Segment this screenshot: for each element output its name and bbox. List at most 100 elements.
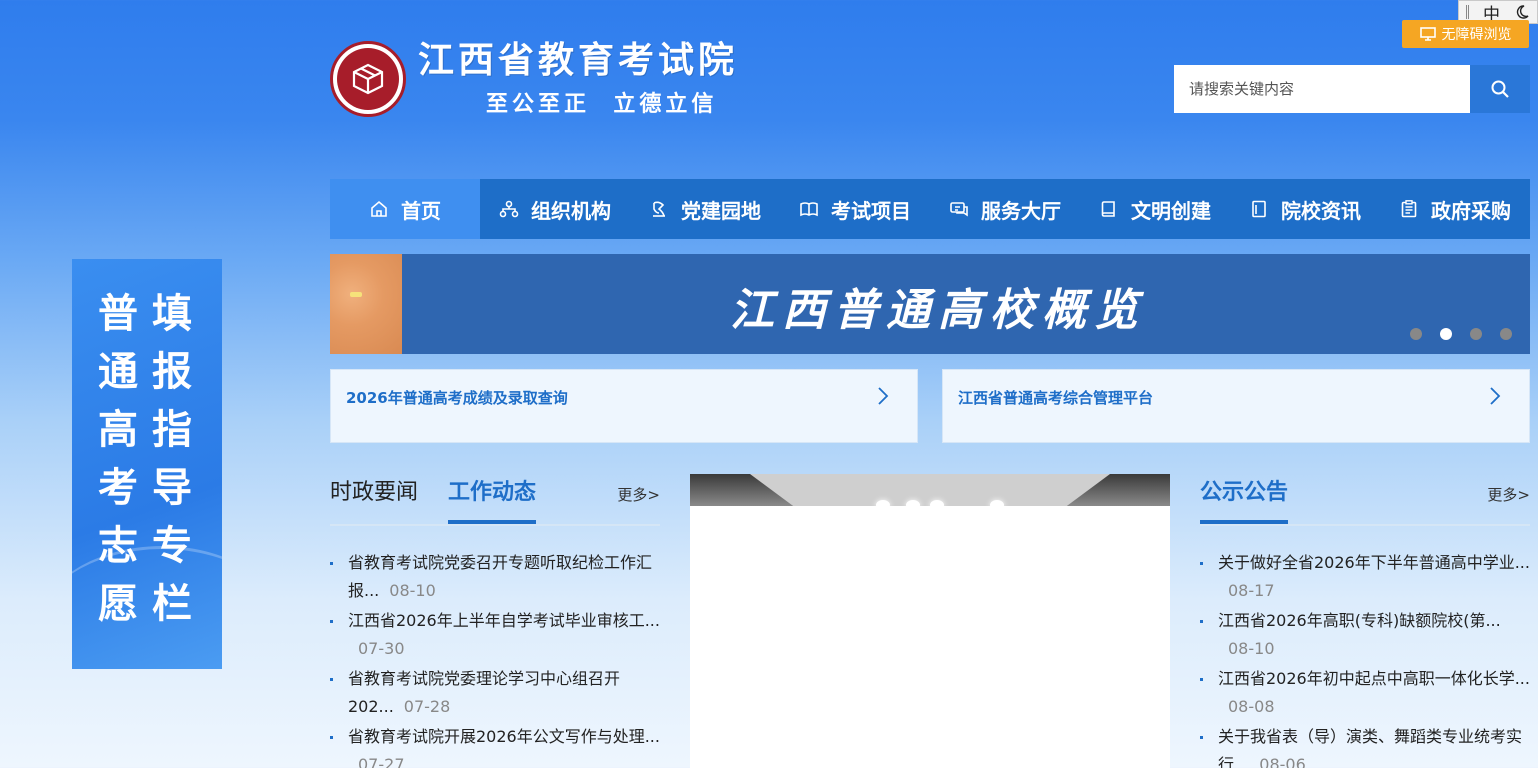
ceiling-light <box>876 500 890 510</box>
org-chart-icon <box>499 200 519 218</box>
news-list: 省教育考试院党委召开专题听取纪检工作汇 报... 08-10 江西省2026年上半… <box>330 549 660 768</box>
news-item[interactable]: 省教育考试院开展2026年公文写作与处理... 07-27 <box>330 723 660 768</box>
notices-more-link[interactable]: 更多> <box>1487 484 1530 505</box>
drag-handle-icon[interactable] <box>1466 5 1469 19</box>
news-title: 省教育考试院党委召开专题听取纪检工作汇 <box>348 553 653 572</box>
quick-link-label: 江西省普通高考综合管理平台 <box>958 389 1154 407</box>
news-item[interactable]: 江西省2026年上半年自学考试毕业审核工... 07-30 <box>330 607 660 665</box>
nav-item-party[interactable]: 党建园地 <box>630 179 780 239</box>
quick-link-label: 2026年普通高考成绩及录取查询 <box>346 389 568 407</box>
banner-text-column: 普 通 高 考 志 愿 <box>98 293 138 625</box>
nav-label: 考试项目 <box>831 198 911 223</box>
news-date: 07-28 <box>403 697 451 716</box>
search-button[interactable] <box>1470 65 1530 113</box>
banner-char: 高 <box>98 407 138 453</box>
banner-carousel[interactable]: 江西普通高校概览 <box>330 254 1530 354</box>
monitor-icon <box>1419 27 1436 41</box>
chevron-right-icon <box>878 387 889 405</box>
banner-char: 考 <box>98 465 138 511</box>
search-icon <box>1491 80 1509 98</box>
box-emblem-icon <box>352 63 384 95</box>
notice-date: 08-06 <box>1259 755 1306 768</box>
notice-title: 关于我省表（导）演类、舞蹈类专业统考实 <box>1218 727 1523 746</box>
book-icon <box>1101 201 1115 217</box>
nav-label: 服务大厅 <box>981 198 1061 223</box>
nav-item-home[interactable]: 首页 <box>330 179 480 239</box>
notice-title: 江西省2026年高职(专科)缺额院校(第... <box>1218 611 1501 630</box>
banner-char: 报 <box>152 349 192 395</box>
nav-label: 党建园地 <box>681 198 761 223</box>
news-item[interactable]: 省教育考试院党委理论学习中心组召开 202... 07-28 <box>330 665 660 723</box>
notice-date: 08-10 <box>1228 639 1275 658</box>
ceiling-light <box>906 500 920 510</box>
carousel-dot[interactable] <box>1470 328 1482 340</box>
carousel-dot-active[interactable] <box>1440 328 1452 340</box>
banner-image <box>330 254 402 354</box>
news-photo[interactable] <box>690 474 1170 768</box>
document-icon <box>1252 200 1266 218</box>
nav-item-exams[interactable]: 考试项目 <box>780 179 930 239</box>
main-nav: 首页 组织机构 党建园地 考试项目 服务大厅 文明创建 院校资讯 政府采购 <box>330 179 1530 239</box>
notice-title: 江西省2026年初中起点中高职一体化长学... <box>1218 669 1530 688</box>
quick-link-score-query[interactable]: 2026年普通高考成绩及录取查询 <box>330 369 918 443</box>
clipboard-icon <box>1401 200 1417 218</box>
volunteer-guide-banner[interactable]: 普 通 高 考 志 愿 填 报 指 导 专 栏 <box>72 259 222 669</box>
news-item[interactable]: 省教育考试院党委召开专题听取纪检工作汇 报... 08-10 <box>330 549 660 607</box>
banner-char: 指 <box>152 407 192 453</box>
nav-item-colleges[interactable]: 院校资讯 <box>1230 179 1380 239</box>
nav-label: 首页 <box>401 198 441 223</box>
news-title: 省教育考试院开展2026年公文写作与处理... <box>348 727 660 746</box>
search-input[interactable] <box>1174 65 1470 113</box>
ceiling-light <box>930 500 944 510</box>
banner-char: 栏 <box>152 581 192 627</box>
banner-char: 填 <box>152 291 192 337</box>
accessibility-label: 无障碍浏览 <box>1441 27 1512 43</box>
notice-item[interactable]: 江西省2026年初中起点中高职一体化长学... 08-08 <box>1200 665 1530 723</box>
news-more-link[interactable]: 更多> <box>617 484 660 505</box>
site-logo[interactable]: 江西省教育考试院 至公至正 立德立信 <box>330 40 738 118</box>
site-title: 江西省教育考试院 <box>418 40 739 81</box>
notice-item[interactable]: 关于我省表（导）演类、舞蹈类专业统考实 行... 08-06 <box>1200 723 1530 768</box>
notices-header: 公示公告 更多> <box>1200 474 1530 526</box>
notice-date: 08-08 <box>1228 697 1275 716</box>
notice-item[interactable]: 江西省2026年高职(专科)缺额院校(第... 08-10 <box>1200 607 1530 665</box>
nav-item-organization[interactable]: 组织机构 <box>480 179 630 239</box>
notice-date: 08-17 <box>1228 581 1275 600</box>
party-icon <box>653 201 665 217</box>
moon-icon[interactable] <box>1514 4 1530 20</box>
tab-notices[interactable]: 公示公告 <box>1200 474 1288 524</box>
banner-char: 愿 <box>98 581 138 627</box>
banner-char: 志 <box>98 523 138 569</box>
news-date: 07-30 <box>358 639 405 658</box>
accessibility-button[interactable]: 无障碍浏览 <box>1402 20 1529 48</box>
home-icon <box>371 200 387 217</box>
nav-label: 院校资讯 <box>1281 198 1361 223</box>
quick-link-management-platform[interactable]: 江西省普通高考综合管理平台 <box>942 369 1530 443</box>
banner-title: 江西普通高校概览 <box>730 285 1146 336</box>
site-motto: 至公至正 立德立信 <box>486 92 718 117</box>
seal-emblem-icon <box>330 41 406 117</box>
search-bar <box>1174 65 1530 113</box>
notice-item[interactable]: 关于做好全省2026年下半年普通高中学业... 08-17 <box>1200 549 1530 607</box>
nav-item-civilization[interactable]: 文明创建 <box>1080 179 1230 239</box>
tab-work-news[interactable]: 工作动态 <box>448 474 537 524</box>
chat-service-icon <box>950 202 968 217</box>
news-title: 江西省2026年上半年自学考试毕业审核工... <box>348 611 660 630</box>
news-date: 08-10 <box>389 581 436 600</box>
chevron-right-icon <box>1490 387 1501 405</box>
banner-char: 普 <box>98 291 138 337</box>
carousel-dots <box>1410 328 1512 340</box>
nav-item-service[interactable]: 服务大厅 <box>930 179 1080 239</box>
photo-ceiling <box>690 474 1170 506</box>
banner-char: 通 <box>98 349 138 395</box>
carousel-dot[interactable] <box>1500 328 1512 340</box>
tab-political-news[interactable]: 时政要闻 <box>330 474 418 506</box>
banner-char: 专 <box>152 523 192 569</box>
nav-item-procurement[interactable]: 政府采购 <box>1380 179 1530 239</box>
notice-title: 关于做好全省2026年下半年普通高中学业... <box>1218 553 1530 572</box>
news-tabs-header: 时政要闻 工作动态 更多> <box>330 474 660 526</box>
carousel-dot[interactable] <box>1410 328 1422 340</box>
notices-list: 关于做好全省2026年下半年普通高中学业... 08-17 江西省2026年高职… <box>1200 549 1530 768</box>
notice-title-cont: 行... <box>1218 755 1250 768</box>
nav-label: 组织机构 <box>531 198 611 223</box>
